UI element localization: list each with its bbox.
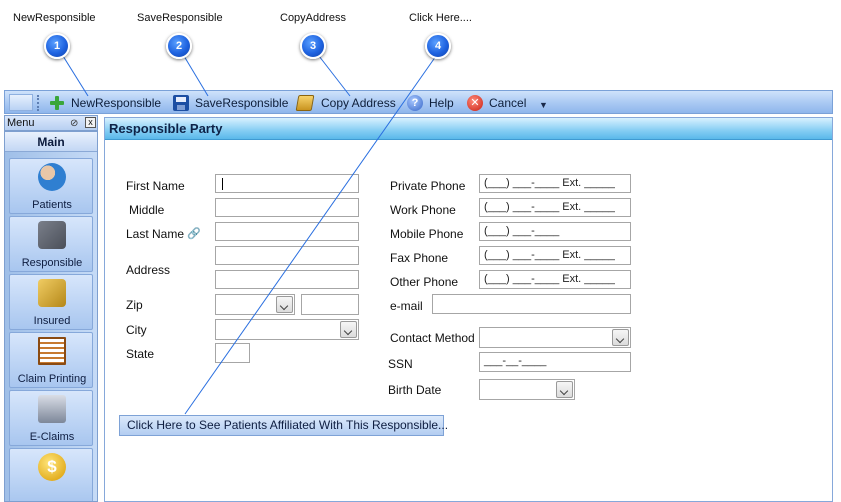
pin-icon[interactable]: ⊘ (70, 117, 78, 131)
callout-label-1: NewResponsible (13, 12, 96, 24)
link-icon[interactable]: 🔗 (187, 227, 201, 240)
save-responsible-button[interactable]: SaveResponsible (173, 94, 288, 112)
private-phone-label: Private Phone (390, 179, 466, 193)
save-disk-icon (173, 95, 189, 111)
menu-item-label: Responsible (21, 257, 83, 269)
responsible-party-panel: Responsible Party First Name Middle Last… (104, 117, 833, 502)
mobile-phone-field[interactable]: (___) ___-____ (479, 222, 631, 241)
save-responsible-label: SaveResponsible (195, 96, 289, 110)
menu-item-claim-printing[interactable]: Claim Printing (9, 332, 93, 388)
menu-title: Menu (7, 117, 35, 129)
help-icon: ? (407, 95, 423, 111)
affiliated-patients-button[interactable]: Click Here to See Patients Affiliated Wi… (119, 415, 448, 436)
menu-item-label: Claim Printing (17, 373, 87, 385)
toolbar: NewResponsible SaveResponsible Copy Addr… (4, 90, 833, 114)
ssn-field[interactable]: ___-__-____ (479, 352, 631, 372)
new-responsible-label: NewResponsible (71, 96, 162, 110)
copy-address-label: Copy Address (321, 96, 396, 110)
help-label: Help (429, 96, 454, 110)
callout-label-3: CopyAddress (280, 12, 347, 24)
menu-section-main[interactable]: Main (5, 132, 97, 152)
middle-label: Middle (129, 203, 165, 217)
address-line1-field[interactable] (215, 246, 359, 265)
menu-item-label: E-Claims (29, 431, 75, 443)
birth-date-select[interactable] (479, 379, 575, 400)
callout-badge-2: 2 (166, 33, 192, 59)
patients-icon (38, 163, 66, 191)
address-label: Address (126, 263, 171, 277)
callout-label-2: SaveResponsible (137, 12, 223, 24)
ssn-label: SSN (388, 357, 413, 371)
zip-select[interactable] (215, 294, 295, 315)
callout-label-4: Click Here.... (409, 12, 472, 24)
help-button[interactable]: ? Help (407, 94, 454, 112)
first-name-label: First Name (126, 179, 185, 193)
dollar-icon: $ (38, 453, 66, 481)
work-phone-field[interactable]: (___) ___-____ Ext. _____ (479, 198, 631, 217)
close-icon[interactable]: x (85, 117, 96, 128)
fax-phone-field[interactable]: (___) ___-____ Ext. _____ (479, 246, 631, 265)
chevron-down-icon[interactable] (612, 329, 629, 346)
cancel-icon: ✕ (467, 95, 483, 111)
zip-extra-field[interactable] (301, 294, 359, 315)
menu-item-billing[interactable]: $ (9, 448, 93, 501)
chevron-down-icon[interactable] (556, 381, 573, 398)
address-line2-field[interactable] (215, 270, 359, 289)
birth-date-label: Birth Date (388, 383, 442, 397)
gold-book-icon (38, 279, 66, 307)
email-label: e-mail (390, 299, 423, 313)
menu-item-label: Patients (32, 199, 72, 211)
city-label: City (126, 323, 147, 337)
plus-icon (49, 95, 65, 111)
other-phone-label: Other Phone (390, 275, 459, 289)
state-field[interactable] (215, 343, 250, 363)
toolbar-separator (37, 95, 40, 111)
work-phone-label: Work Phone (390, 203, 456, 217)
screen: NewResponsible SaveResponsible CopyAddre… (0, 0, 841, 502)
book-icon (38, 221, 66, 249)
text-caret (222, 178, 223, 190)
chevron-down-icon[interactable] (340, 321, 357, 338)
menu-panel: Main Patients Responsible Insured Claim … (4, 131, 98, 502)
city-select[interactable] (215, 319, 359, 340)
last-name-field[interactable] (215, 222, 359, 241)
menu-item-responsible[interactable]: Responsible (9, 216, 93, 272)
private-phone-field[interactable]: (___) ___-____ Ext. _____ (479, 174, 631, 193)
menu-item-e-claims[interactable]: E-Claims (9, 390, 93, 446)
contact-method-select[interactable] (479, 327, 631, 348)
menu-header: Menu ⊘ x (4, 115, 98, 131)
callout-badge-3: 3 (300, 33, 326, 59)
zip-label: Zip (126, 298, 143, 312)
chevron-down-icon[interactable] (276, 296, 293, 313)
contact-method-label: Contact Method (390, 331, 475, 345)
eclaims-icon (38, 395, 66, 423)
toolbar-grip[interactable] (9, 94, 33, 111)
first-name-field[interactable] (215, 174, 359, 193)
cancel-label: Cancel (489, 96, 527, 110)
cancel-button[interactable]: ✕ Cancel (467, 94, 526, 112)
last-name-label: Last Name (126, 227, 185, 241)
menu-item-insured[interactable]: Insured (9, 274, 93, 330)
toolbar-overflow-arrow-icon[interactable]: ▼ (539, 100, 548, 110)
other-phone-field[interactable]: (___) ___-____ Ext. _____ (479, 270, 631, 289)
copy-address-button[interactable]: Copy Address (295, 94, 396, 112)
state-label: State (126, 347, 155, 361)
menu-item-label: Insured (33, 315, 71, 327)
middle-field[interactable] (215, 198, 359, 217)
email-field[interactable] (432, 294, 631, 314)
new-responsible-button[interactable]: NewResponsible (49, 94, 161, 112)
page-title: Responsible Party (105, 118, 832, 140)
claim-icon (38, 337, 66, 365)
copy-address-icon (295, 95, 315, 111)
callout-badge-1: 1 (44, 33, 70, 59)
callout-badge-4: 4 (425, 33, 451, 59)
mobile-phone-label: Mobile Phone (390, 227, 464, 241)
menu-item-patients[interactable]: Patients (9, 158, 93, 214)
fax-phone-label: Fax Phone (390, 251, 449, 265)
